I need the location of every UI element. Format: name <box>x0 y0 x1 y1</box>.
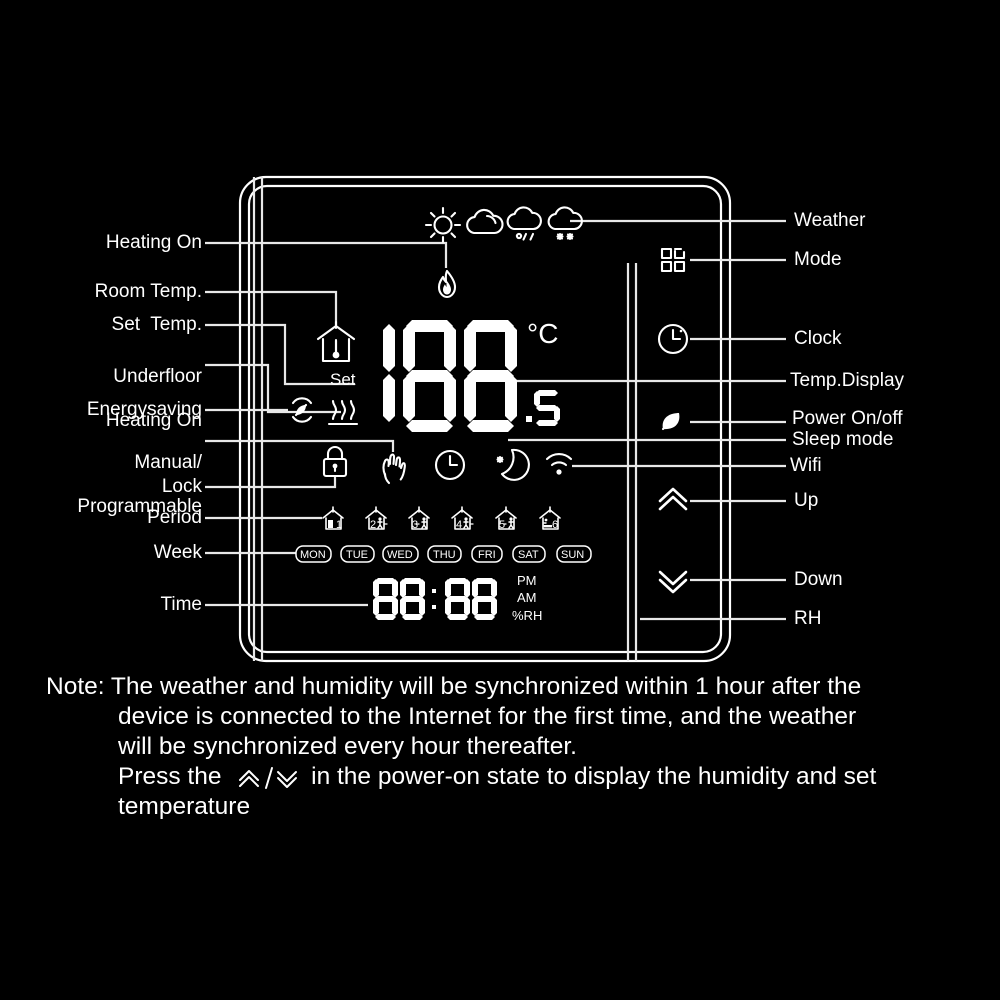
house-period-4-icon: 4 <box>451 506 474 531</box>
note-line-4b: in the power-on state to display the hum… <box>304 763 877 790</box>
weekday-row: MON TUE WED THU FRI SAT SUN <box>295 545 592 563</box>
label-time: Time <box>160 594 202 615</box>
label-lock: Lock <box>161 476 202 497</box>
weekday-SAT: SAT <box>512 545 546 563</box>
moon-sleep-icon <box>496 448 530 481</box>
temperature-digits <box>383 320 517 432</box>
note-line-4a: Press the <box>118 763 229 790</box>
label-week: Week <box>153 542 202 563</box>
leader-room-temp <box>205 290 338 325</box>
am-indicator: AM <box>517 590 537 605</box>
weekday-THU: THU <box>427 545 462 563</box>
time-digits <box>373 578 497 620</box>
pm-indicator: PM <box>517 573 537 588</box>
svg-text:3: 3 <box>412 519 418 531</box>
label-room-temp: Room Temp. <box>94 281 202 302</box>
hand-manual-icon <box>382 453 406 485</box>
weekday-MON: MON <box>295 545 332 563</box>
flame-icon <box>437 269 457 299</box>
label-weather: Weather <box>794 210 866 231</box>
svg-text:MON: MON <box>300 549 326 561</box>
label-heating-on: Heating On <box>105 232 202 253</box>
label-clock: Clock <box>794 328 842 349</box>
svg-text:SUN: SUN <box>561 549 584 561</box>
weekday-FRI: FRI <box>471 545 503 563</box>
clock-button-icon[interactable] <box>657 323 689 355</box>
label-period: Period <box>147 507 202 528</box>
sun-icon <box>424 206 462 244</box>
house-period-2-icon: 2 <box>365 506 388 531</box>
note-block: Note: The weather and humidity will be s… <box>46 672 956 822</box>
energysaving-icon <box>291 397 313 423</box>
up-chevron-icon[interactable] <box>658 487 688 511</box>
label-manual-line1: Manual/ <box>134 452 202 473</box>
svg-text:THU: THU <box>433 549 456 561</box>
cloudy-icon <box>466 208 504 235</box>
rain-icon <box>506 206 542 241</box>
wifi-icon <box>545 452 573 475</box>
svg-text:TUE: TUE <box>346 549 368 561</box>
rh-indicator: %RH <box>512 608 543 623</box>
svg-text:SAT: SAT <box>518 549 539 561</box>
device-outer-frame <box>238 175 732 663</box>
house-period-5-icon: 5 <box>495 506 517 531</box>
label-rh: RH <box>794 608 822 629</box>
svg-text:FRI: FRI <box>478 549 496 561</box>
label-set-temp: Set Temp. <box>111 314 202 335</box>
label-mode: Mode <box>794 249 842 270</box>
svg-text:4: 4 <box>456 519 462 531</box>
note-line-3: will be synchronized every hour thereaft… <box>118 733 577 760</box>
note-line-4: Press the in the power-on state to displ… <box>46 762 956 792</box>
weekday-WED: WED <box>382 545 419 563</box>
temperature-decimal <box>526 390 560 426</box>
down-chevron-icon[interactable] <box>658 570 688 594</box>
svg-text:6: 6 <box>552 519 558 531</box>
weekday-SUN: SUN <box>556 545 592 563</box>
label-down: Down <box>794 569 843 590</box>
weekday-TUE: TUE <box>340 545 375 563</box>
set-label: Set <box>330 370 356 389</box>
note-line-1: Note: The weather and humidity will be s… <box>46 673 862 700</box>
house-period-6-icon: 6 <box>539 506 561 531</box>
label-temp-display: Temp.Display <box>790 370 905 391</box>
leader-manual <box>205 439 395 452</box>
leader-lock <box>205 475 337 489</box>
leader-underfloor <box>205 363 341 414</box>
svg-text:2: 2 <box>370 519 376 531</box>
house-period-3-icon: 3 <box>408 506 430 531</box>
snow-icon <box>547 206 583 241</box>
diagram-root: 1 2 3 4 5 6 MON TUE WED THU FRI SAT SUN … <box>0 0 1000 1000</box>
label-underfloor-line1: Underfloor <box>113 366 202 387</box>
period-icons-row: 1 2 3 4 5 6 <box>322 506 561 531</box>
label-up: Up <box>794 490 819 511</box>
mode-grid-icon <box>660 247 686 273</box>
degree-celsius-label: °C <box>527 318 559 349</box>
note-line-2: device is connected to the Internet for … <box>118 703 857 730</box>
svg-text:WED: WED <box>387 549 413 561</box>
lock-icon <box>322 445 348 478</box>
clock-panel-icon <box>434 449 466 481</box>
house-period-1-icon: 1 <box>322 506 344 531</box>
label-sleep-mode: Sleep mode <box>792 429 894 450</box>
label-power-on-off: Power On/off <box>792 408 903 429</box>
note-line-5: temperature <box>118 793 251 820</box>
leader-heating-on <box>205 241 448 268</box>
leaf-power-icon[interactable] <box>661 412 680 431</box>
label-wifi: Wifi <box>790 455 822 476</box>
house-thermometer-icon <box>316 320 356 363</box>
label-energysaving: Energysaving <box>86 399 202 420</box>
svg-text:5: 5 <box>499 519 505 531</box>
svg-text:1: 1 <box>336 519 342 531</box>
